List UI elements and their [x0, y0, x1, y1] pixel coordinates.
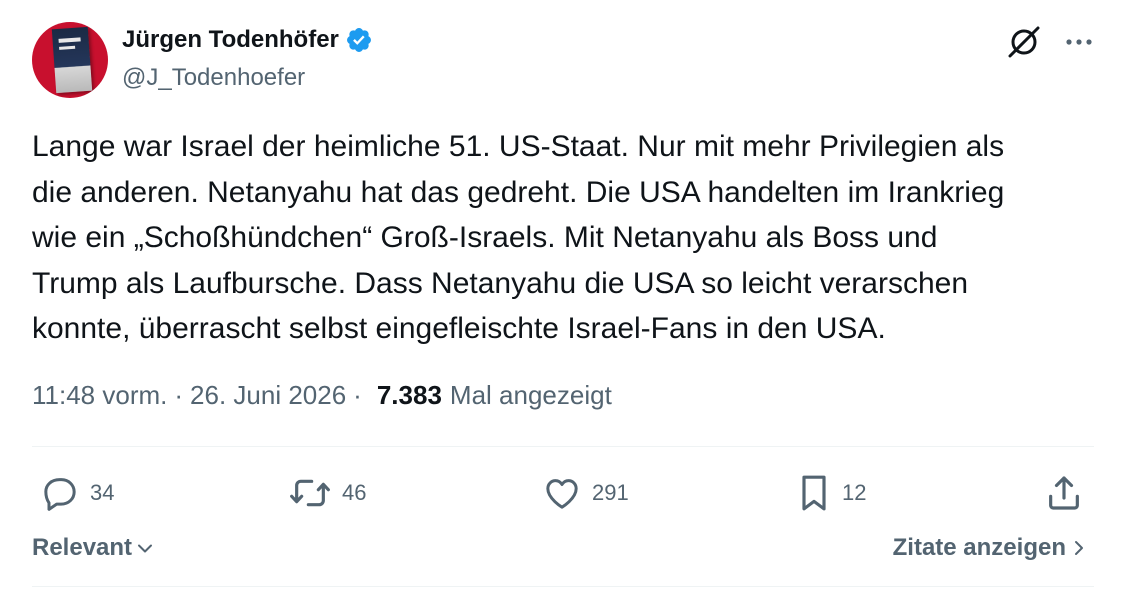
bookmark-icon — [802, 475, 826, 511]
divider — [32, 446, 1094, 447]
meta-separator: · — [353, 380, 362, 410]
tweet-time[interactable]: 11:48 vorm. — [32, 380, 167, 411]
like-button[interactable]: 291 — [542, 470, 629, 516]
book-cover-image — [51, 26, 93, 94]
reply-footer: Relevant Zitate anzeigen — [32, 534, 1094, 574]
chevron-down-icon — [138, 544, 153, 553]
share-icon — [1049, 476, 1079, 510]
share-button[interactable] — [1044, 470, 1084, 516]
like-count: 291 — [592, 480, 629, 505]
repost-icon — [290, 479, 330, 507]
bookmark-button[interactable]: 12 — [796, 470, 866, 516]
reply-button[interactable]: 34 — [40, 470, 114, 516]
tweet-text: Lange war Israel der heimliche 51. US-St… — [32, 130, 1005, 345]
views-label: Mal angezeigt — [449, 380, 612, 410]
reply-count: 34 — [90, 480, 115, 505]
tweet-meta: 11:48 vorm. · 26. Juni 2026 · 7.383 Mal … — [32, 380, 612, 411]
views-count[interactable]: 7.383 — [377, 380, 442, 411]
repost-count: 46 — [342, 480, 367, 505]
reply-icon — [44, 478, 76, 511]
sort-label: Relevant — [32, 534, 133, 561]
divider — [32, 586, 1094, 587]
author-name[interactable]: Jürgen Todenhöfer — [122, 26, 339, 54]
author-handle[interactable]: @J_Todenhoefer — [122, 64, 305, 92]
repost-button[interactable]: 46 — [288, 470, 366, 516]
sort-dropdown[interactable]: Relevant — [32, 534, 154, 562]
heart-icon — [546, 479, 578, 509]
header-actions — [1006, 24, 1094, 60]
tweet-date[interactable]: 26. Juni 2026 — [190, 380, 346, 411]
verified-badge-icon[interactable] — [345, 26, 373, 54]
author-name-row: Jürgen Todenhöfer — [122, 26, 373, 54]
avatar[interactable] — [32, 22, 108, 98]
chevron-right-icon — [1075, 541, 1083, 555]
view-quotes-link[interactable]: Zitate anzeigen — [893, 534, 1088, 562]
bookmark-count: 12 — [842, 480, 867, 505]
tweet-header: Jürgen Todenhöfer @J_Todenhoefer — [32, 22, 1094, 100]
action-bar: 34 46 291 12 — [32, 470, 1094, 516]
more-icon[interactable] — [1064, 27, 1094, 57]
quotes-label: Zitate anzeigen — [892, 534, 1066, 561]
grok-icon[interactable] — [1006, 24, 1042, 60]
meta-separator: · — [174, 380, 184, 410]
